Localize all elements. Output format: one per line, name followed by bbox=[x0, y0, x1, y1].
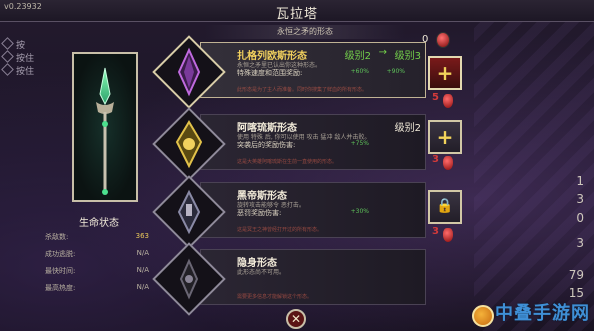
spear-icon bbox=[96, 67, 114, 195]
titan-blood-icon bbox=[436, 32, 450, 48]
stat-row: 最快时间: N/A bbox=[45, 266, 149, 275]
button-hint-icon bbox=[1, 50, 14, 63]
stat-row: 最高热度: N/A bbox=[45, 283, 149, 292]
hidden-aspect-icon bbox=[179, 258, 199, 300]
stat-row: 杀敌数: 363 bbox=[45, 232, 149, 241]
upgrade-button-zagreus[interactable]: + bbox=[428, 56, 462, 90]
aspect-bonus-next: +90% bbox=[386, 68, 405, 75]
watermark-logo bbox=[472, 305, 494, 327]
zagreus-aspect-icon bbox=[177, 47, 201, 97]
upgrade-cost: 3 bbox=[432, 154, 439, 165]
aspect-bonus-label: 突袭后的奖励伤害: bbox=[237, 141, 296, 149]
side-counter: 3 bbox=[576, 192, 584, 206]
watermark: 中叠手游网 bbox=[495, 303, 590, 324]
stats-heading: 生命状态 bbox=[79, 218, 119, 229]
aspect-level-next: 级别3 bbox=[394, 51, 421, 62]
button-hint-icon bbox=[1, 63, 14, 76]
aspect-level: 级别2 bbox=[394, 123, 421, 134]
titan-blood-icon bbox=[443, 228, 453, 242]
arrow-right-icon: → bbox=[378, 47, 387, 58]
button-hint-icon bbox=[1, 37, 14, 50]
upgrade-button-achilles[interactable]: + bbox=[428, 120, 462, 154]
aspect-card-hades[interactable]: 黑帝斯形态 旋转攻击能够令 恶打击。 恶罚奖励伤害: +30% 这是冥王之神曾经… bbox=[200, 182, 426, 238]
control-hint-1: 按 bbox=[1, 37, 25, 51]
aspect-flavor-text: 此形态是为了主人而准备。同时你搜集了鲜血的所有形态。 bbox=[237, 87, 368, 93]
title-bar: 瓦拉塔 bbox=[0, 0, 594, 22]
aspect-card-achilles[interactable]: 阿喀琉斯形态 级别2 使用 特殊 后, 你可以使用 攻击 猛冲 敌人并击败。 突… bbox=[200, 114, 426, 170]
version-label: v0.23932 bbox=[4, 2, 42, 11]
aspect-bonus-label: 特殊速度和范围奖励: bbox=[237, 69, 303, 77]
side-counter: 1 bbox=[576, 174, 584, 188]
aspect-bonus-current: +60% bbox=[350, 68, 369, 75]
aspect-flavor-text: 需要更多信息才能解锁这个形态。 bbox=[237, 294, 313, 300]
side-counter: 3 bbox=[576, 236, 584, 250]
aspect-flavor-text: 这是大英雄阿喀琉斯在生前一直使用的形态。 bbox=[237, 159, 338, 165]
aspect-bonus-value: +75% bbox=[350, 140, 369, 147]
titan-blood-icon bbox=[443, 156, 453, 170]
stat-row: 成功逃脱: N/A bbox=[45, 249, 149, 258]
unlock-button-hades[interactable]: 🔒 bbox=[428, 190, 462, 224]
control-hint-2: 按住 bbox=[1, 50, 34, 64]
side-counter: 79 bbox=[568, 268, 584, 282]
titan-blood-icon bbox=[443, 94, 453, 108]
upgrade-cost: 5 bbox=[432, 92, 439, 103]
plus-icon: + bbox=[436, 61, 454, 85]
aspect-card-hidden[interactable]: 隐身形态 此形态尚不可用。 需要更多信息才能解锁这个形态。 bbox=[200, 249, 426, 305]
stats-panel: 生命状态 杀敌数: 363 成功逃脱: N/A 最快时间: N/A 最高热度: N/A bbox=[45, 214, 153, 304]
weapon-portrait bbox=[72, 52, 138, 202]
subtitle-banner: 永恒之矛的形态 bbox=[205, 25, 405, 39]
aspect-bonus-label: 恶罚奖励伤害: bbox=[237, 209, 282, 217]
aspect-description: 此形态尚不可用。 bbox=[237, 269, 286, 276]
screen-title: 瓦拉塔 bbox=[275, 7, 318, 22]
control-hint-3: 按住 bbox=[1, 63, 34, 77]
aspect-bonus-value: +30% bbox=[350, 208, 369, 215]
achilles-aspect-icon bbox=[175, 120, 203, 169]
aspect-card-zagreus[interactable]: 扎格列欧斯形态 级别2 → 级别3 永恒之矛里已认出你这种形态。 特殊速度和范围… bbox=[200, 42, 426, 98]
upgrade-cost: 3 bbox=[432, 226, 439, 237]
plus-icon: + bbox=[436, 125, 454, 149]
lock-icon: 🔒 bbox=[436, 198, 454, 214]
side-counter: 0 bbox=[576, 211, 584, 225]
side-counter: 15 bbox=[568, 286, 584, 300]
aspect-flavor-text: 这是冥王之神曾经打开过的所有形态。 bbox=[237, 227, 323, 233]
close-icon: ✕ bbox=[290, 312, 302, 326]
hades-aspect-icon bbox=[177, 189, 201, 235]
subtitle: 永恒之矛的形态 bbox=[277, 27, 333, 36]
close-button[interactable]: ✕ bbox=[286, 309, 306, 329]
